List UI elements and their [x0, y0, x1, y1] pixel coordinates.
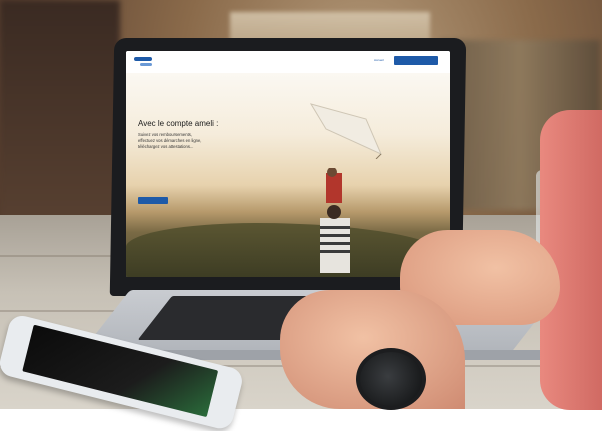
- kite-image: [309, 103, 382, 159]
- background-left-wall: [0, 0, 120, 240]
- hero-title: Avec le compte ameli :: [138, 119, 219, 128]
- hero-section: Avec le compte ameli : Suivez vos rembou…: [126, 73, 450, 277]
- logo-mark: [134, 57, 152, 61]
- father-child-image: [320, 168, 350, 273]
- laptop-screen: Accueil Avec le compte ameli : Suivez vo…: [126, 51, 450, 277]
- hero-text: Suivez vos remboursements, effectuez vos…: [138, 132, 202, 149]
- logo-mark-secondary: [140, 63, 152, 66]
- site-logo[interactable]: [134, 57, 152, 67]
- header-link[interactable]: Accueil: [374, 58, 384, 62]
- header-button[interactable]: [394, 56, 438, 65]
- site-header: Accueil: [126, 51, 450, 73]
- hero-button[interactable]: [138, 197, 168, 204]
- wristwatch-icon: [356, 348, 426, 410]
